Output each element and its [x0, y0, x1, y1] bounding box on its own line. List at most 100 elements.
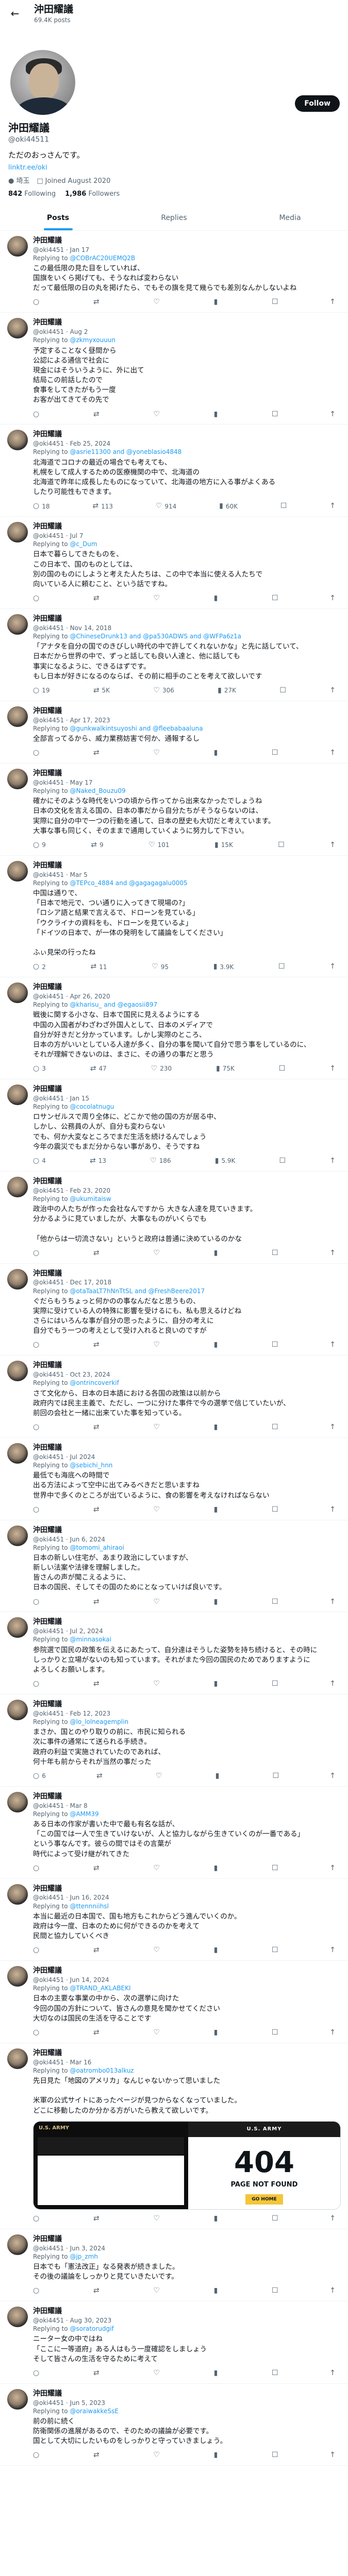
- replying-to-handle[interactable]: @otaTaaLT7hNnTtSL and @FreshBeere2017: [70, 1287, 205, 1295]
- retweet-button[interactable]: ⇄: [93, 1422, 102, 1432]
- share-button[interactable]: ↑: [329, 297, 336, 307]
- tweet[interactable]: 沖田耀議 @oki4451 · Oct 23, 2024 Replying to @…: [0, 1355, 348, 1438]
- tweet-author-name[interactable]: 沖田耀議: [33, 1792, 341, 1802]
- replying-to-handle[interactable]: @zkmyxouuun: [70, 336, 115, 344]
- tweet-author-name[interactable]: 沖田耀議: [33, 2048, 341, 2058]
- share-button[interactable]: ↑: [329, 1863, 336, 1873]
- share-button[interactable]: ↑: [329, 410, 336, 419]
- replying-to-handle[interactable]: @jp_zmh: [70, 2253, 98, 2260]
- bookmark-button[interactable]: ☐: [272, 2450, 278, 2460]
- tweet[interactable]: 沖田耀議 @oki4451 · Dec 17, 2018 Replying to @…: [0, 1264, 348, 1356]
- tweet[interactable]: 沖田耀議 @oki4451 · Jun 14, 2024 Replying to @…: [0, 1961, 348, 2043]
- replying-to-handle[interactable]: @kharisu_ and @egaosii897: [70, 1001, 157, 1008]
- tweet[interactable]: 沖田耀議 @oki4451 · Mar 5 Replying to @TEPco_4…: [0, 856, 348, 978]
- tweet[interactable]: 沖田耀議 @oki4451 · Jan 15 Replying to @cocola…: [0, 1079, 348, 1172]
- avatar[interactable]: [7, 1268, 28, 1290]
- avatar[interactable]: [7, 2234, 28, 2255]
- share-button[interactable]: ↑: [329, 1064, 336, 1074]
- avatar[interactable]: [7, 1176, 28, 1197]
- avatar[interactable]: [7, 1443, 28, 1464]
- retweet-button[interactable]: ⇄: [93, 2286, 102, 2296]
- reply-button[interactable]: ○ 2: [33, 962, 46, 972]
- avatar[interactable]: [7, 1884, 28, 1905]
- retweet-button[interactable]: ⇄: [93, 1340, 102, 1350]
- tweet[interactable]: 沖田耀議 @oki4451 · Apr 17, 2023 Replying to @…: [0, 701, 348, 764]
- share-button[interactable]: ↑: [329, 1679, 336, 1689]
- like-button[interactable]: ♡: [153, 1505, 162, 1515]
- reply-button[interactable]: ○: [33, 2028, 42, 2038]
- avatar[interactable]: [7, 1966, 28, 1987]
- avatar[interactable]: [7, 1617, 28, 1638]
- bookmark-button[interactable]: ☐: [272, 594, 278, 603]
- bookmark-button[interactable]: ☐: [273, 1771, 279, 1781]
- avatar[interactable]: [7, 430, 28, 451]
- views-button[interactable]: ▮ 3.9K: [213, 962, 234, 972]
- share-button[interactable]: ↑: [329, 840, 336, 850]
- share-button[interactable]: ↑: [329, 962, 336, 972]
- bookmark-button[interactable]: ☐: [272, 297, 278, 307]
- tweet[interactable]: 沖田耀議 @oki4451 · Jun 5, 2023 Replying to @o…: [0, 2384, 348, 2466]
- retweet-button[interactable]: ⇄: [93, 1945, 102, 1955]
- replying-to-handle[interactable]: @ontrincoverkif: [70, 1379, 119, 1386]
- bookmark-button[interactable]: ☐: [272, 1340, 278, 1350]
- retweet-button[interactable]: ⇄: [93, 1863, 102, 1873]
- share-button[interactable]: ↑: [329, 501, 336, 511]
- bookmark-button[interactable]: ☐: [279, 1064, 286, 1074]
- avatar[interactable]: [7, 2048, 28, 2069]
- tweet[interactable]: 沖田耀議 @oki4451 · Nov 14, 2018 Replying to @…: [0, 609, 348, 701]
- avatar[interactable]: [7, 522, 28, 543]
- tab-posts[interactable]: Posts: [0, 206, 116, 230]
- replying-to-handle[interactable]: @minnasokai: [70, 1636, 111, 1643]
- reply-button[interactable]: ○: [33, 2368, 42, 2378]
- avatar[interactable]: [7, 1525, 28, 1546]
- tweet[interactable]: 沖田耀議 @oki4451 · Jun 3, 2024 Replying to @j…: [0, 2229, 348, 2302]
- retweet-button[interactable]: ⇄: [93, 1679, 102, 1689]
- tweet-author-name[interactable]: 沖田耀議: [33, 861, 341, 871]
- reply-button[interactable]: ○: [33, 297, 42, 307]
- share-button[interactable]: ↑: [329, 2286, 336, 2296]
- views-button[interactable]: ▮: [214, 410, 221, 419]
- views-button[interactable]: ▮: [214, 2286, 221, 2296]
- reply-button[interactable]: ○: [33, 2214, 42, 2224]
- replying-to-handle[interactable]: @sebichi_hnn: [70, 1462, 112, 1469]
- reply-button[interactable]: ○ 18: [33, 501, 50, 511]
- avatar[interactable]: [7, 235, 28, 257]
- share-button[interactable]: ↑: [329, 1248, 336, 1258]
- retweet-button[interactable]: ⇄: [93, 2368, 102, 2378]
- views-button[interactable]: ▮: [214, 2214, 221, 2224]
- retweet-button[interactable]: ⇄ 13: [90, 1156, 106, 1166]
- reply-button[interactable]: ○ 4: [33, 1156, 46, 1166]
- avatar[interactable]: [7, 2307, 28, 2328]
- reply-button[interactable]: ○: [33, 1248, 42, 1258]
- views-button[interactable]: ▮: [214, 748, 221, 758]
- bookmark-button[interactable]: ☐: [272, 1422, 278, 1432]
- tweet[interactable]: 沖田耀議 @oki4451 · May 17 Replying to @Naked_…: [0, 764, 348, 856]
- share-button[interactable]: ↑: [329, 594, 336, 603]
- avatar[interactable]: [7, 614, 28, 635]
- reply-button[interactable]: ○ 3: [33, 1064, 46, 1074]
- tweet-author-name[interactable]: 沖田耀議: [33, 1966, 341, 1976]
- share-button[interactable]: ↑: [329, 1945, 336, 1955]
- replying-to-handle[interactable]: @asrie11300 and @yoneblasio4848: [70, 448, 181, 455]
- bookmark-button[interactable]: ☐: [272, 2286, 278, 2296]
- tweet[interactable]: 沖田耀議 @oki4451 · Jun 6, 2024 Replying to @t…: [0, 1520, 348, 1613]
- tweet[interactable]: 沖田耀議 @oki4451 · Jul 2024 Replying to @sebi…: [0, 1438, 348, 1520]
- tweet-author-name[interactable]: 沖田耀議: [33, 318, 341, 328]
- like-button[interactable]: ♡ 230: [151, 1064, 172, 1074]
- bookmark-button[interactable]: ☐: [279, 686, 286, 696]
- replying-to-handle[interactable]: @soratorudgif: [70, 2325, 113, 2332]
- bookmark-button[interactable]: ☐: [272, 410, 278, 419]
- avatar[interactable]: [7, 1361, 28, 1382]
- profile-avatar[interactable]: [8, 48, 77, 117]
- replying-to-handle[interactable]: @AMM39: [70, 1810, 98, 1818]
- views-button[interactable]: ▮: [214, 2368, 221, 2378]
- views-button[interactable]: ▮: [214, 594, 221, 603]
- share-button[interactable]: ↑: [329, 686, 336, 696]
- retweet-button[interactable]: ⇄: [93, 297, 102, 307]
- reply-button[interactable]: ○: [33, 1422, 42, 1432]
- retweet-button[interactable]: ⇄: [93, 2028, 102, 2038]
- share-button[interactable]: ↑: [329, 2214, 336, 2224]
- retweet-button[interactable]: ⇄: [93, 1597, 102, 1607]
- share-button[interactable]: ↑: [329, 1156, 336, 1166]
- following-link[interactable]: 842 Following: [8, 190, 56, 199]
